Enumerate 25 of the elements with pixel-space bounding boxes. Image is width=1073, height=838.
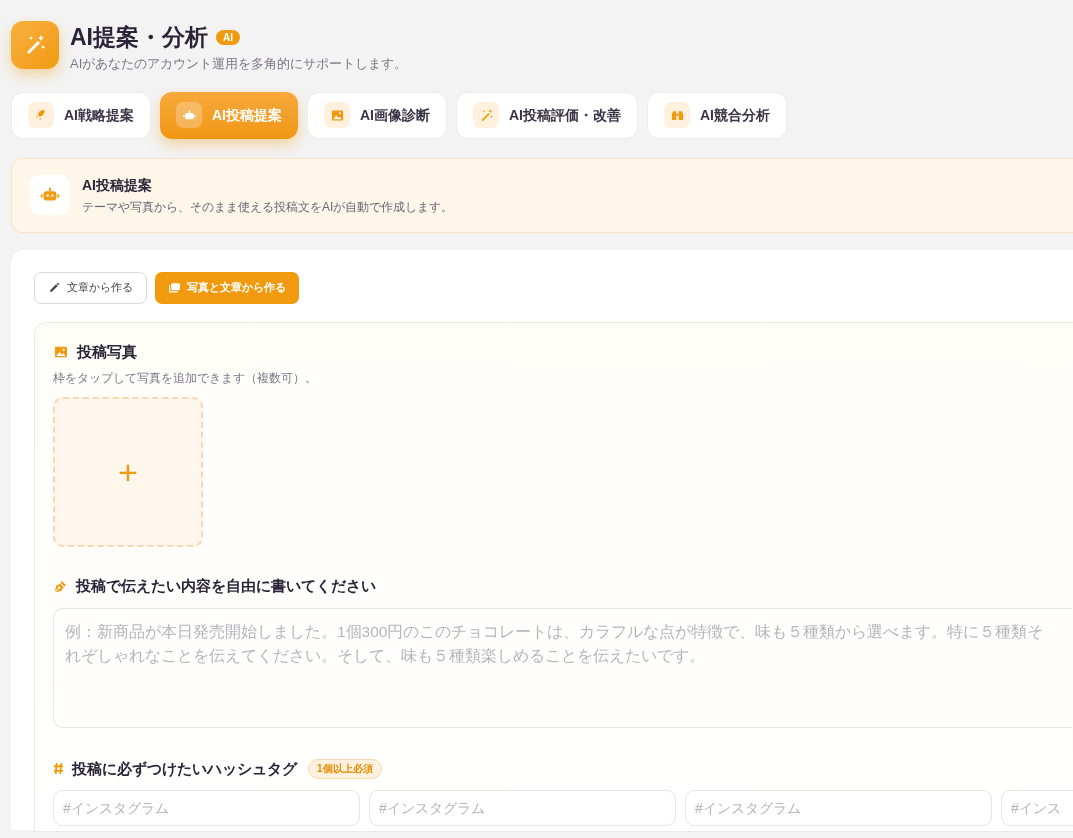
- hashtag-field[interactable]: #インスタグラム: [369, 790, 676, 826]
- banner-title: AI投稿提案: [82, 175, 153, 195]
- tab[interactable]: AI投稿評価・改善: [456, 91, 638, 139]
- pencil-icon: [48, 281, 61, 294]
- page-title: AI提案・分析: [70, 23, 208, 51]
- hashtag-field[interactable]: #インス: [1001, 790, 1073, 826]
- tab[interactable]: AI画像診断: [307, 91, 447, 139]
- app-logo-icon: [11, 21, 59, 69]
- pen-nib-icon: [53, 578, 68, 594]
- hashtag-field[interactable]: #インスタグラム: [53, 790, 360, 826]
- page-subtitle: AIがあなたのアカウント運用を多角的にサポートします。: [70, 55, 408, 73]
- content-textarea[interactable]: 例：新商品が本日発売開始しました。1個300円のこのチョコレートは、カラフルな点が特徴で、味も５種類から選べます。特に５種類それぞしゃれなことを伝えてください。そして、味も５種類楽しめることを伝えたいです。: [53, 607, 1072, 728]
- mode-button[interactable]: 文章から作る: [34, 271, 147, 304]
- hash-icon: [53, 762, 64, 776]
- tab[interactable]: AI競合分析: [647, 91, 787, 139]
- section-title: 投稿写真: [77, 341, 137, 362]
- images-icon: [168, 281, 181, 294]
- ai-badge: AI: [216, 29, 240, 45]
- banner-description: テーマや写真から、そのまま使える投稿文をAIが自動で作成します。: [82, 198, 454, 216]
- hashtag-field[interactable]: #インスタグラム: [685, 790, 992, 826]
- tab[interactable]: AI戦略提案: [11, 91, 151, 139]
- section-title: 投稿に必ずつけたいハッシュタグ: [72, 758, 297, 780]
- required-badge: 1個以上必須: [308, 758, 382, 779]
- section-hint: 枠をタップして写真を追加できます（複数可）。: [53, 370, 318, 387]
- section-title: 投稿で伝えたい内容を自由に書いてください: [76, 576, 376, 596]
